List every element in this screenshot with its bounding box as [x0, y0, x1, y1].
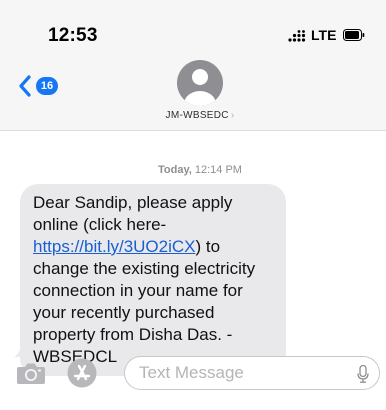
- camera-icon[interactable]: [16, 361, 46, 385]
- message-text-before-link: Dear Sandip, please apply online (click …: [33, 193, 233, 234]
- unread-count-badge: 16: [36, 77, 58, 95]
- microphone-icon[interactable]: [357, 365, 369, 383]
- app-store-icon[interactable]: [67, 358, 97, 388]
- message-timestamp: Today, 12:14 PM: [0, 164, 386, 176]
- message-field[interactable]: [124, 356, 380, 390]
- message-link[interactable]: https://bit.ly/3UO2iCX: [33, 237, 196, 256]
- status-time: 12:53: [48, 25, 98, 46]
- battery-icon: [343, 29, 365, 41]
- timestamp-day: Today,: [158, 164, 192, 176]
- contact-name: JM-WBSEDC: [165, 110, 229, 121]
- back-button[interactable]: 16: [18, 72, 68, 100]
- header-divider: [0, 130, 386, 131]
- received-message-bubble[interactable]: Dear Sandip, please apply online (click …: [20, 184, 286, 376]
- bubble-tail: [14, 344, 30, 358]
- network-type: LTE: [311, 27, 337, 43]
- person-avatar-icon[interactable]: [177, 60, 223, 106]
- contact-name-button[interactable]: JM-WBSEDC ›: [0, 110, 386, 121]
- timestamp-time: 12:14 PM: [194, 164, 242, 176]
- message-text-after-link: ) to change the existing electricity con…: [33, 237, 256, 366]
- chevron-right-icon: ›: [230, 110, 235, 121]
- chevron-left-icon: [19, 75, 31, 97]
- signal-dots-icon: [288, 30, 306, 42]
- message-input[interactable]: [139, 363, 339, 383]
